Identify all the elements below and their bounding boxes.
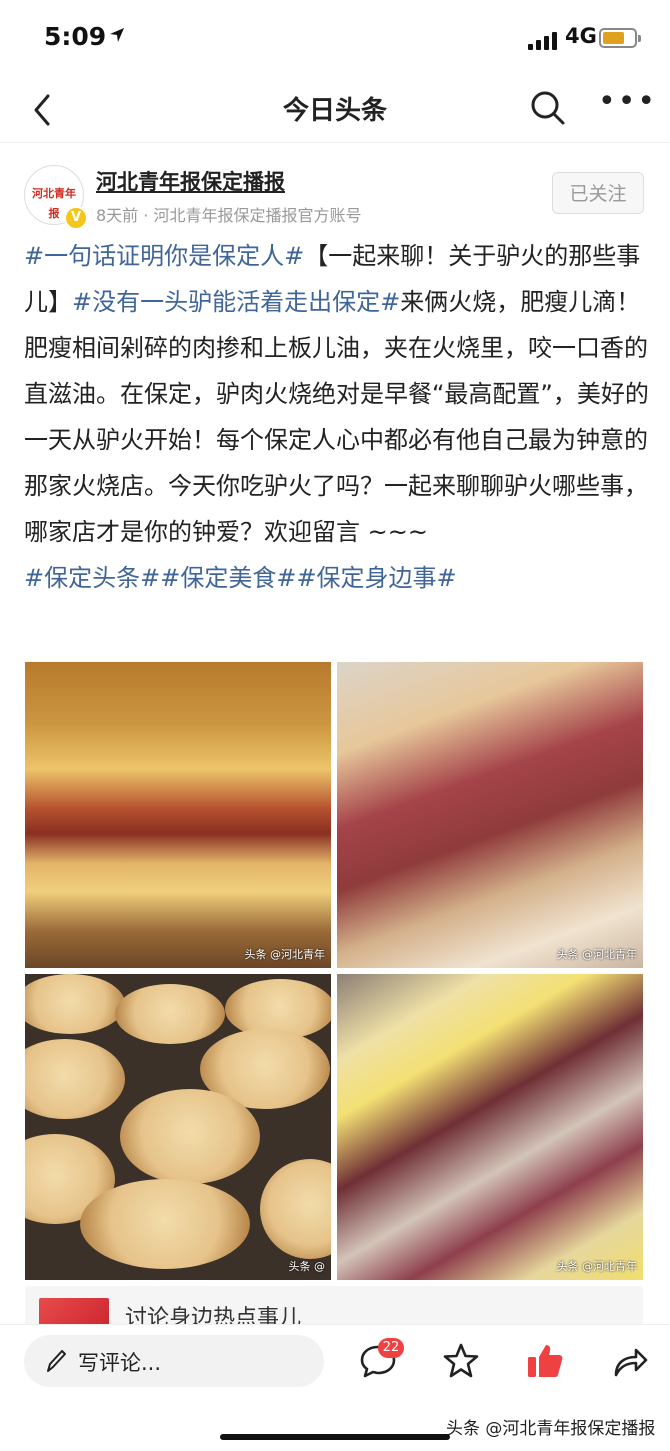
status-bar: 5:09 4G <box>0 0 670 80</box>
thumbs-up-icon[interactable] <box>525 1341 565 1381</box>
verified-badge-icon: V <box>64 206 88 230</box>
source-watermark: 头条 @河北青年报保定播报 <box>446 1419 656 1439</box>
hashtag-link[interactable]: #保定身边事# <box>296 564 456 592</box>
comment-count-badge: 22 <box>378 1338 404 1358</box>
hashtag-link[interactable]: #一句话证明你是保定人# <box>24 242 304 270</box>
signal-icon <box>528 30 560 50</box>
home-indicator[interactable] <box>220 1434 450 1440</box>
post-image-4[interactable]: 头条 @河北青年 <box>337 974 643 1280</box>
nav-bar: 今日头条 ••• <box>0 80 670 143</box>
hashtag-link[interactable]: #保定美食# <box>160 564 296 592</box>
post-body: #一句话证明你是保定人#【一起来聊！关于驴火的那些事儿】#没有一头驴能活着走出保… <box>24 233 650 601</box>
image-watermark: 头条 @河北青年 <box>556 1260 638 1273</box>
comment-placeholder: 写评论... <box>78 1351 162 1375</box>
network-type: 4G <box>565 24 597 48</box>
post-image-1[interactable]: 头条 @河北青年 <box>25 662 331 968</box>
follow-button[interactable]: 已关注 <box>552 172 644 214</box>
hashtag-link[interactable]: #保定头条# <box>24 564 160 592</box>
location-arrow-icon <box>110 28 124 42</box>
more-icon[interactable]: ••• <box>598 87 655 122</box>
page-title: 今日头条 <box>282 96 387 126</box>
share-icon[interactable] <box>610 1341 650 1381</box>
author-meta: 8天前 · 河北青年报保定播报官方账号 <box>96 206 362 225</box>
post-image-2[interactable]: 头条 @河北青年 <box>337 662 643 968</box>
avatar-logo: 河北青年报 <box>32 187 76 220</box>
image-watermark: 头条 @河北青年 <box>244 948 326 961</box>
image-watermark: 头条 @ <box>288 1260 326 1273</box>
post-image-3[interactable]: 头条 @ <box>25 974 331 1280</box>
status-time: 5:09 <box>44 22 107 51</box>
author-name[interactable]: 河北青年报保定播报 <box>96 166 285 196</box>
pencil-icon <box>47 1350 66 1372</box>
hashtag-link[interactable]: #没有一头驴能活着走出保定# <box>72 288 400 316</box>
comment-input[interactable]: 写评论... <box>24 1335 324 1387</box>
star-icon[interactable] <box>441 1341 481 1381</box>
battery-icon <box>599 28 641 48</box>
post-text-segment: 来俩火烧，肥瘦儿滴！肥瘦相间剁碎的肉掺和上板儿油，夹在火烧里，咬一口香的直滋油。… <box>24 288 649 546</box>
image-watermark: 头条 @河北青年 <box>556 948 638 961</box>
search-icon[interactable] <box>528 88 568 128</box>
